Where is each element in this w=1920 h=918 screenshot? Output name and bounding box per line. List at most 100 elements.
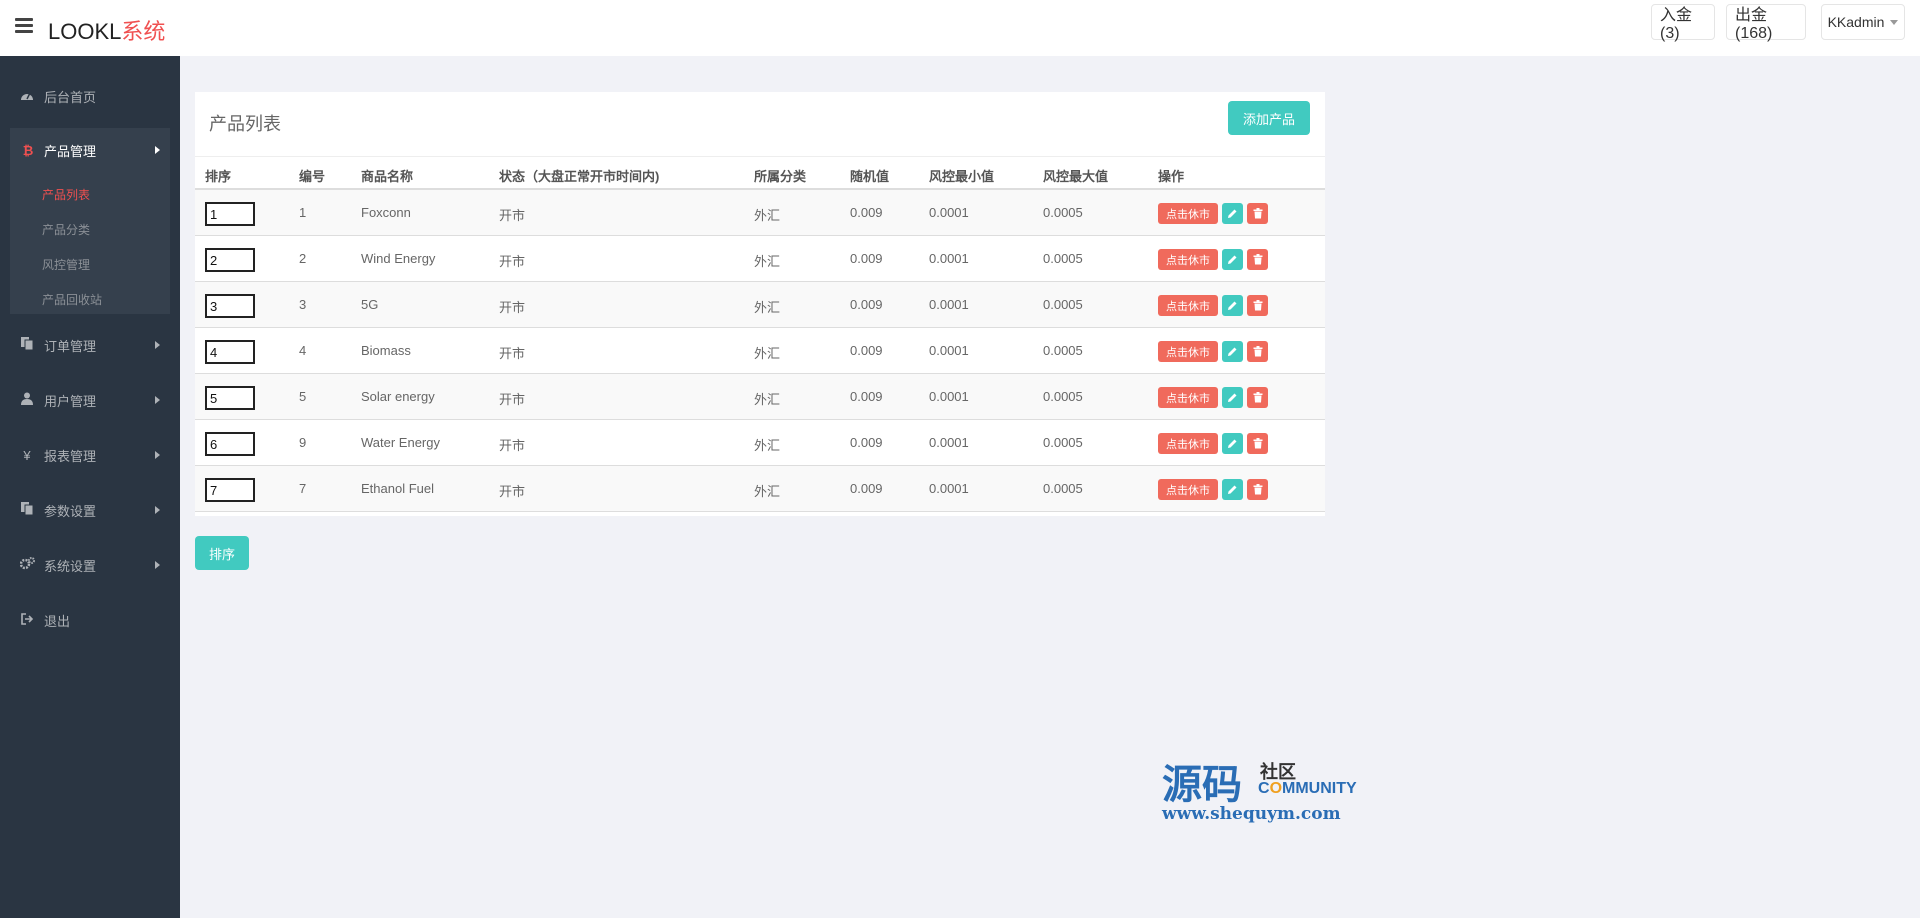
sidebar-item-home[interactable]: 后台首页 <box>0 76 180 116</box>
cell-status: 开市 <box>499 392 526 407</box>
edit-button[interactable] <box>1222 387 1243 408</box>
cell-risk-min: 0.0001 <box>929 435 969 450</box>
cell-name: Solar energy <box>361 389 435 404</box>
close-market-button[interactable]: 点击休市 <box>1158 387 1218 408</box>
cell-status: 开市 <box>499 484 526 499</box>
delete-button[interactable] <box>1247 295 1268 316</box>
edit-button[interactable] <box>1222 479 1243 500</box>
sidebar-item-system[interactable]: 系统设置 <box>0 545 180 585</box>
pencil-icon <box>1228 439 1237 448</box>
sidebar-subitem-product-list[interactable]: 产品列表 <box>42 186 90 203</box>
close-market-button[interactable]: 点击休市 <box>1158 479 1218 500</box>
cell-random: 0.009 <box>850 481 883 496</box>
sort-order-input[interactable] <box>205 386 255 410</box>
add-product-button[interactable]: 添加产品 <box>1228 101 1310 135</box>
cell-id: 7 <box>299 481 307 496</box>
table-row: 7 Ethanol Fuel 开市 外汇 0.009 0.0001 0.0005… <box>195 466 1325 512</box>
trash-icon <box>1253 208 1262 219</box>
cell-id: 5 <box>299 389 307 404</box>
delete-button[interactable] <box>1247 433 1268 454</box>
cell-name: Water Energy <box>361 435 440 450</box>
close-market-button[interactable]: 点击休市 <box>1158 341 1218 362</box>
trash-icon <box>1253 484 1262 495</box>
user-menu-button[interactable]: KKadmin <box>1821 4 1905 40</box>
cell-risk-min: 0.0001 <box>929 251 969 266</box>
chevron-right-icon <box>155 396 160 404</box>
delete-button[interactable] <box>1247 341 1268 362</box>
sort-order-input[interactable] <box>205 432 255 456</box>
user-icon <box>20 392 34 408</box>
watermark-url: www.shequym.com <box>1162 804 1341 824</box>
sidebar-item-reports[interactable]: ¥ 报表管理 <box>0 435 180 475</box>
cell-risk-min: 0.0001 <box>929 343 969 358</box>
column-header-random: 随机值 <box>850 169 890 184</box>
delete-button[interactable] <box>1247 479 1268 500</box>
edit-button[interactable] <box>1222 249 1243 270</box>
cell-risk-max: 0.0005 <box>1043 205 1083 220</box>
cell-random: 0.009 <box>850 205 883 220</box>
cell-random: 0.009 <box>850 297 883 312</box>
sidebar-item-users[interactable]: 用户管理 <box>0 380 180 420</box>
cell-random: 0.009 <box>850 251 883 266</box>
cell-id: 2 <box>299 251 307 266</box>
withdraw-button[interactable]: 出金(168) <box>1726 4 1806 42</box>
sort-order-input[interactable] <box>205 340 255 364</box>
table-row: 5 Solar energy 开市 外汇 0.009 0.0001 0.0005… <box>195 374 1325 420</box>
sort-order-input[interactable] <box>205 248 255 272</box>
delete-button[interactable] <box>1247 387 1268 408</box>
delete-button[interactable] <box>1247 203 1268 224</box>
cell-random: 0.009 <box>850 435 883 450</box>
close-market-button[interactable]: 点击休市 <box>1158 295 1218 316</box>
cell-random: 0.009 <box>850 343 883 358</box>
cell-risk-max: 0.0005 <box>1043 343 1083 358</box>
dashboard-icon <box>20 89 34 104</box>
table-row: 3 5G 开市 外汇 0.009 0.0001 0.0005 点击休市 <box>195 282 1325 328</box>
sidebar-item-label: 退出 <box>44 613 71 629</box>
chevron-right-icon <box>155 506 160 514</box>
table-header: 排序 编号 商品名称 状态（大盘正常开市时间内) 所属分类 随机值 风控最小值 … <box>195 156 1325 190</box>
sort-submit-button[interactable]: 排序 <box>195 536 249 570</box>
cell-risk-min: 0.0001 <box>929 389 969 404</box>
sidebar-item-label: 后台首页 <box>44 89 97 105</box>
sidebar-subitem-product-category[interactable]: 产品分类 <box>42 221 90 238</box>
edit-button[interactable] <box>1222 433 1243 454</box>
sidebar-subitem-recycle-bin[interactable]: 产品回收站 <box>42 291 102 308</box>
menu-toggle-icon[interactable] <box>15 18 33 34</box>
sidebar-item-logout[interactable]: 退出 <box>0 600 180 640</box>
close-market-button[interactable]: 点击休市 <box>1158 203 1218 224</box>
column-header-category: 所属分类 <box>754 169 807 184</box>
sidebar-subitem-risk-control[interactable]: 风控管理 <box>42 256 90 273</box>
close-market-button[interactable]: 点击休市 <box>1158 249 1218 270</box>
deposit-button[interactable]: 入金(3) <box>1651 4 1715 42</box>
table-row: 2 Wind Energy 开市 外汇 0.009 0.0001 0.0005 … <box>195 236 1325 282</box>
cell-status: 开市 <box>499 346 526 361</box>
cell-risk-min: 0.0001 <box>929 297 969 312</box>
edit-button[interactable] <box>1222 203 1243 224</box>
sidebar-item-product-mgmt[interactable]: ₿ 产品管理 <box>10 128 170 172</box>
delete-button[interactable] <box>1247 249 1268 270</box>
sidebar-item-params[interactable]: 参数设置 <box>0 490 180 530</box>
trash-icon <box>1253 438 1262 449</box>
cell-risk-max: 0.0005 <box>1043 297 1083 312</box>
sidebar-item-label: 订单管理 <box>44 338 97 354</box>
sign-out-icon <box>20 612 34 628</box>
edit-button[interactable] <box>1222 341 1243 362</box>
copy-icon <box>20 337 34 353</box>
cell-risk-max: 0.0005 <box>1043 251 1083 266</box>
cell-id: 4 <box>299 343 307 358</box>
trash-icon <box>1253 346 1262 357</box>
cell-status: 开市 <box>499 300 526 315</box>
cell-name: Foxconn <box>361 205 411 220</box>
edit-button[interactable] <box>1222 295 1243 316</box>
cell-risk-min: 0.0001 <box>929 481 969 496</box>
cell-id: 9 <box>299 435 307 450</box>
cell-id: 1 <box>299 205 307 220</box>
close-market-button[interactable]: 点击休市 <box>1158 433 1218 454</box>
cell-category: 外汇 <box>754 254 781 269</box>
sidebar-item-orders[interactable]: 订单管理 <box>0 325 180 365</box>
sidebar-item-label: 用户管理 <box>44 393 97 409</box>
sort-order-input[interactable] <box>205 294 255 318</box>
sort-order-input[interactable] <box>205 202 255 226</box>
copy-icon <box>20 502 34 518</box>
sort-order-input[interactable] <box>205 478 255 502</box>
